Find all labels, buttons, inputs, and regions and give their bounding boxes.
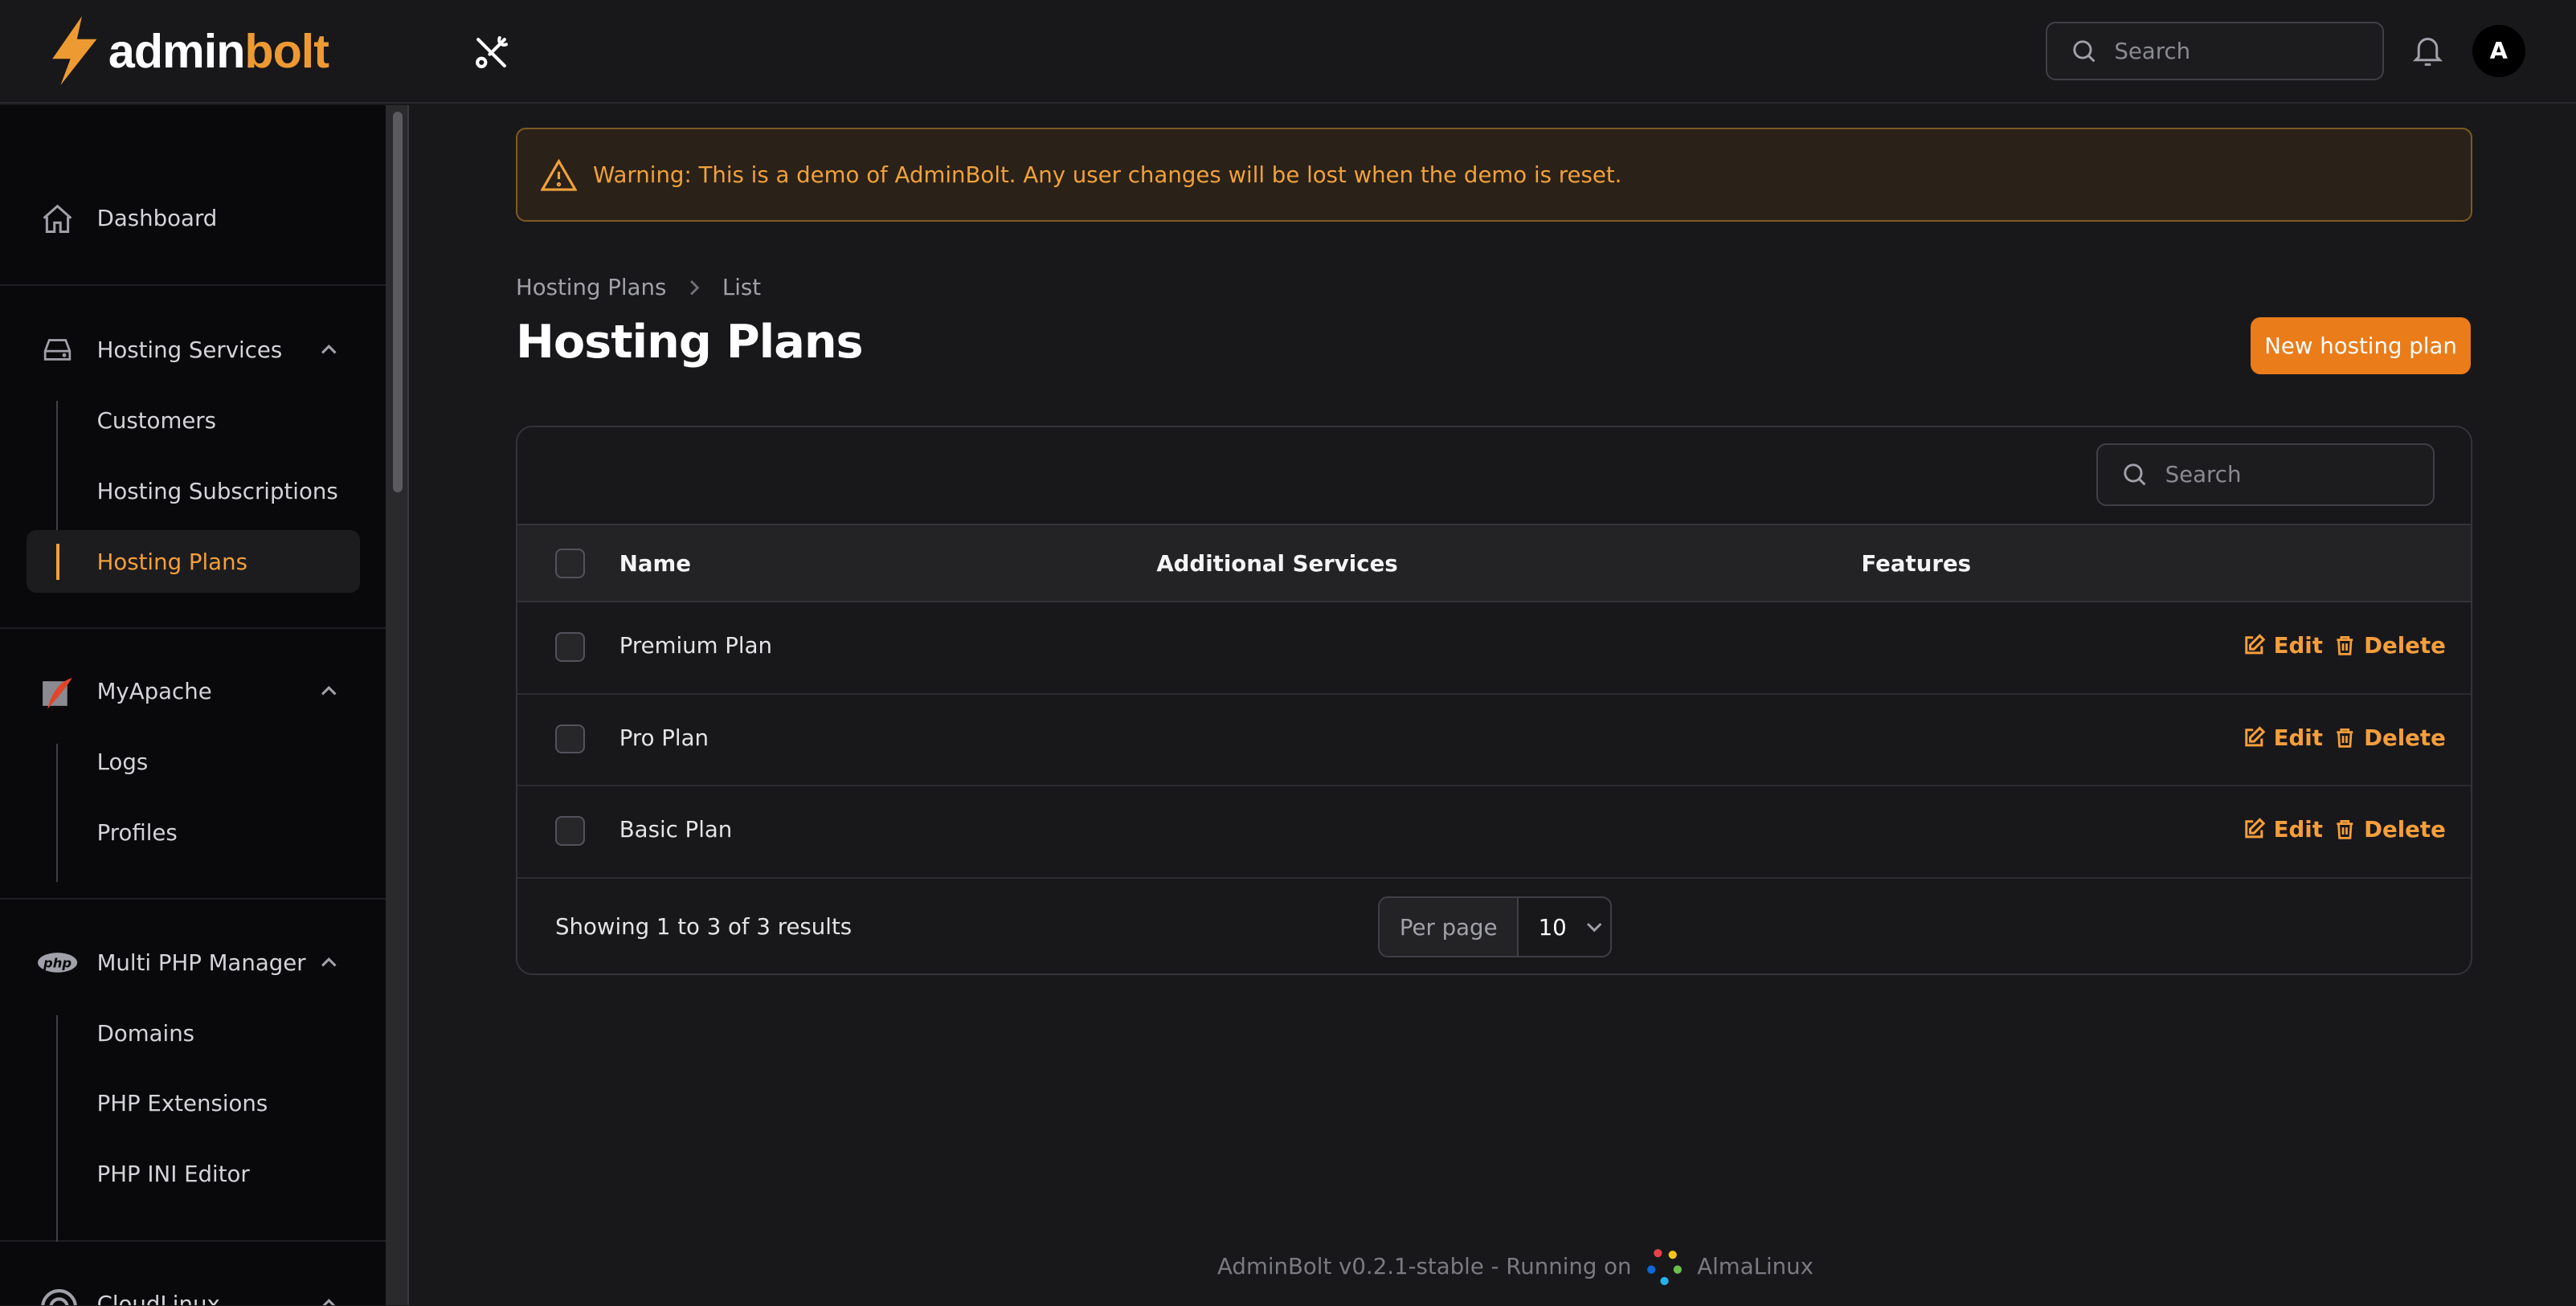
edit-icon: [2245, 726, 2266, 747]
global-search-input[interactable]: Search: [2045, 21, 2384, 81]
sidebar-group-toggle-myapache[interactable]: MyApache: [27, 660, 360, 723]
breadcrumb-list: List: [722, 274, 762, 301]
chevron-down-icon: [1587, 922, 1602, 933]
sidebar-group-toggle-hosting-services[interactable]: Hosting Services: [27, 319, 360, 382]
delete-button[interactable]: Delete: [2334, 816, 2446, 843]
tools-icon[interactable]: [472, 33, 511, 78]
plan-name: Premium Plan: [619, 632, 772, 659]
main-content: Warning: This is a demo of AdminBolt. An…: [411, 105, 2576, 1306]
edit-button[interactable]: Edit: [2243, 816, 2323, 843]
almalinux-logo-icon: [1646, 1248, 1682, 1285]
sidebar-group-toggle-cloudlinux[interactable]: CloudLinux: [27, 1273, 360, 1306]
table-row: Premium Plan Edit Delete: [517, 602, 2472, 695]
edit-icon: [2245, 634, 2266, 655]
sidebar-group-toggle-multi-php[interactable]: php Multi PHP Manager: [27, 931, 360, 994]
svg-text:php: php: [43, 955, 72, 970]
column-header-additional-services: Additional Services: [1156, 549, 1398, 577]
delete-button[interactable]: Delete: [2334, 724, 2446, 751]
footer: AdminBolt v0.2.1-stable - Running on Alm…: [1217, 1247, 1813, 1286]
bolt-icon: [52, 16, 97, 86]
row-checkbox[interactable]: [555, 816, 585, 846]
chevron-up-icon: [321, 1299, 336, 1306]
table-row: Pro Plan Edit Delete: [517, 695, 2472, 787]
cloudlinux-icon: [41, 1288, 77, 1306]
plan-name: Basic Plan: [619, 816, 733, 843]
table-row: Basic Plan Edit Delete: [517, 786, 2472, 879]
bell-icon[interactable]: [2410, 33, 2446, 75]
trash-icon: [2337, 820, 2353, 840]
chevron-right-icon: [689, 280, 700, 296]
sidebar-item-hosting-plans[interactable]: Hosting Plans: [26, 530, 360, 594]
php-icon: php: [38, 952, 78, 973]
chevron-up-icon: [321, 345, 337, 354]
breadcrumb-hosting-plans[interactable]: Hosting Plans: [516, 274, 666, 300]
sidebar-group-multi-php-manager: php Multi PHP Manager Domains PHP Extens…: [0, 900, 386, 1242]
sidebar-item-php-extensions[interactable]: PHP Extensions: [27, 1072, 360, 1135]
per-page-select[interactable]: Per page 10: [1378, 896, 1612, 957]
sidebar-item-customers[interactable]: Customers: [27, 390, 360, 452]
footer-text: AdminBolt v0.2.1-stable - Running on: [1217, 1252, 1632, 1279]
sidebar-group-dashboard: Dashboard: [0, 105, 386, 286]
chevron-up-icon: [321, 957, 337, 967]
brand-name-bolt: bolt: [244, 23, 329, 78]
edit-button[interactable]: Edit: [2243, 724, 2323, 751]
plan-name: Pro Plan: [619, 724, 709, 751]
table-search-input[interactable]: Search: [2096, 443, 2435, 506]
breadcrumb: Hosting Plans List: [516, 274, 761, 300]
sidebar: Dashboard Hosting Services Customers Hos…: [0, 104, 386, 1306]
hosting-plans-table: Search Name Additional Services Features…: [515, 425, 2473, 976]
home-icon: [43, 205, 72, 234]
server-icon: [43, 339, 72, 361]
trash-icon: [2337, 728, 2353, 748]
sidebar-item-logs[interactable]: Logs: [27, 731, 360, 794]
search-placeholder: Search: [2114, 37, 2191, 64]
per-page-label: Per page: [1380, 898, 1519, 956]
top-bar: adminbolt Search A: [0, 0, 2576, 104]
table-footer: Showing 1 to 3 of 3 results Per page 10: [517, 879, 2471, 974]
sidebar-item-profiles[interactable]: Profiles: [27, 802, 360, 864]
sidebar-group-cloudlinux: CloudLinux: [0, 1242, 386, 1306]
search-icon: [2073, 40, 2096, 63]
row-checkbox[interactable]: [555, 632, 585, 662]
row-checkbox[interactable]: [555, 724, 585, 754]
column-header-name[interactable]: Name: [619, 550, 691, 577]
column-header-features: Features: [1861, 549, 1972, 577]
select-all-checkbox[interactable]: [555, 548, 585, 578]
page-title: Hosting Plans: [515, 315, 864, 369]
sidebar-item-dashboard[interactable]: Dashboard: [27, 187, 360, 250]
search-placeholder: Search: [2165, 461, 2242, 488]
sidebar-group-myapache: MyApache Logs Profiles: [0, 629, 386, 900]
brand-name-admin: admin: [108, 23, 245, 78]
search-icon: [2124, 463, 2146, 486]
sidebar-item-hosting-subscriptions[interactable]: Hosting Subscriptions: [27, 459, 360, 522]
sidebar-group-hosting-services: Hosting Services Customers Hosting Subsc…: [0, 286, 386, 630]
footer-os-name: AlmaLinux: [1697, 1252, 1813, 1279]
table-header: Name Additional Services Features: [517, 524, 2472, 603]
trash-icon: [2337, 636, 2353, 656]
demo-warning-banner: Warning: This is a demo of AdminBolt. An…: [515, 128, 2473, 222]
warning-triangle-icon: [540, 158, 577, 191]
apache-feather-icon: [43, 678, 72, 710]
chevron-up-icon: [321, 686, 337, 696]
edit-button[interactable]: Edit: [2243, 632, 2323, 659]
warning-text: Warning: This is a demo of AdminBolt. An…: [593, 161, 1622, 189]
per-page-value: 10: [1538, 913, 1567, 941]
new-hosting-plan-button[interactable]: New hosting plan: [2251, 316, 2472, 375]
edit-icon: [2245, 818, 2266, 839]
scrollbar-thumb[interactable]: [392, 112, 403, 493]
sidebar-item-domains[interactable]: Domains: [27, 1002, 360, 1064]
avatar[interactable]: A: [2472, 24, 2525, 78]
adminbolt-logo[interactable]: adminbolt: [46, 13, 329, 88]
delete-button[interactable]: Delete: [2334, 632, 2446, 659]
sidebar-item-php-ini-editor[interactable]: PHP INI Editor: [27, 1143, 360, 1206]
sidebar-scrollbar[interactable]: [386, 104, 410, 1306]
results-summary: Showing 1 to 3 of 3 results: [555, 912, 853, 940]
